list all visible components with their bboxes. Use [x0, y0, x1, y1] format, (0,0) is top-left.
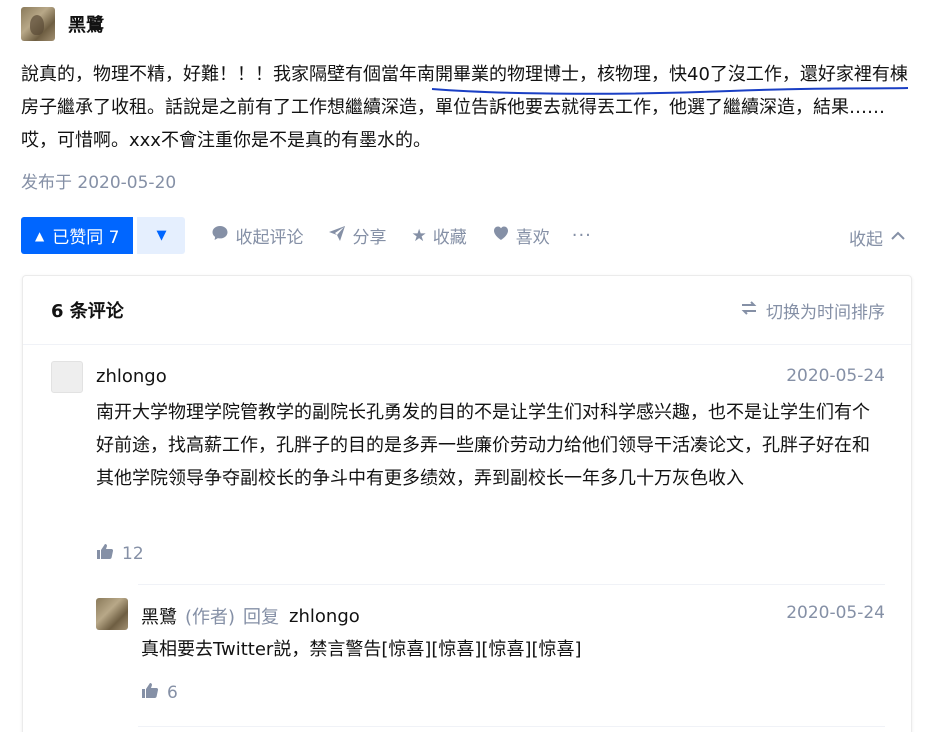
- reply-word: 回复: [243, 607, 280, 628]
- upvote-button[interactable]: ▲ 已赞同 7: [21, 217, 134, 254]
- share-button[interactable]: 分享: [328, 223, 386, 248]
- comments-count: 6 条评论: [51, 301, 124, 322]
- reply-author-name[interactable]: 黑鷺: [141, 603, 177, 629]
- reply-like-button[interactable]: 6: [141, 682, 178, 704]
- action-bar: ▲ 已赞同 7 ▼ 收起评论 分享 ★ 收藏 喜欢 ··· 收起: [21, 217, 911, 254]
- author-role-tag: (作者): [185, 607, 236, 628]
- commenter-avatar[interactable]: [51, 361, 83, 393]
- reply-like-count: 6: [167, 683, 178, 703]
- collapse-comments-label: 收起评论: [235, 228, 304, 248]
- answer-text-underlined: 當年南開畢業的物理博士，核物理，快40了沒工作，: [381, 64, 800, 85]
- comment-like-button[interactable]: 12: [96, 543, 144, 565]
- reply-meta: 黑鷺 (作者) 回复 zhlongo: [141, 603, 360, 629]
- comments-header: 6 条评论 切换为时间排序: [23, 276, 911, 345]
- paper-plane-icon: [328, 224, 346, 247]
- sort-toggle-button[interactable]: 切换为时间排序: [740, 298, 885, 323]
- comment-bubble-icon: [211, 224, 229, 247]
- collapse-label: 收起: [849, 230, 883, 250]
- sort-label: 切换为时间排序: [766, 302, 885, 323]
- more-options-icon[interactable]: ···: [572, 225, 592, 246]
- author-name[interactable]: 黑鷺: [68, 11, 104, 37]
- reply-date: 2020-05-24: [786, 603, 885, 623]
- answer-text-part1: 說真的，物理不精，好難！！！我家隔壁有個: [21, 64, 381, 85]
- bottom-divider: [138, 726, 885, 727]
- triangle-up-icon: ▲: [35, 228, 45, 243]
- star-icon: ★: [411, 225, 427, 246]
- comment-like-count: 12: [122, 544, 144, 564]
- reply-text: 真相要去Twitter説，禁言警告[惊喜][惊喜][惊喜][惊喜]: [141, 639, 582, 660]
- comments-panel: 6 条评论 切换为时间排序 zhlongo 2020-05-24 南开大学物理学…: [22, 275, 912, 732]
- upvote-label: 已赞同 7: [52, 228, 120, 248]
- reply-author-avatar[interactable]: [96, 598, 128, 630]
- heart-icon: [492, 224, 510, 247]
- chevron-up-icon: [891, 230, 905, 245]
- share-label: 分享: [352, 228, 387, 248]
- favorite-label: 收藏: [432, 228, 467, 248]
- publish-time: 发布于 2020-05-20: [21, 173, 177, 193]
- thumbs-up-icon: [141, 682, 159, 704]
- comment-date: 2020-05-24: [786, 366, 885, 386]
- collapse-comments-button[interactable]: 收起评论: [211, 223, 303, 248]
- swap-arrows-icon: [740, 300, 758, 320]
- like-label: 喜欢: [515, 228, 550, 248]
- reply-divider: [138, 584, 885, 585]
- author-avatar[interactable]: [21, 7, 55, 41]
- reply-target-name[interactable]: zhlongo: [289, 606, 360, 627]
- downvote-button[interactable]: ▼: [137, 217, 186, 254]
- like-button[interactable]: 喜欢: [492, 223, 550, 248]
- commenter-name[interactable]: zhlongo: [96, 366, 167, 387]
- collapse-answer-button[interactable]: 收起: [849, 225, 905, 250]
- triangle-down-icon: ▼: [156, 228, 167, 243]
- answer-content: 說真的，物理不精，好難！！！我家隔壁有個當年南開畢業的物理博士，核物理，快40了…: [21, 58, 911, 157]
- comment-text: 南开大学物理学院管教学的副院长孔勇发的目的不是让学生们对科学感兴趣，也不是让学生…: [96, 402, 870, 489]
- favorite-button[interactable]: ★ 收藏: [411, 223, 467, 249]
- answer-author[interactable]: 黑鷺: [21, 7, 104, 41]
- thumbs-up-icon: [96, 543, 114, 565]
